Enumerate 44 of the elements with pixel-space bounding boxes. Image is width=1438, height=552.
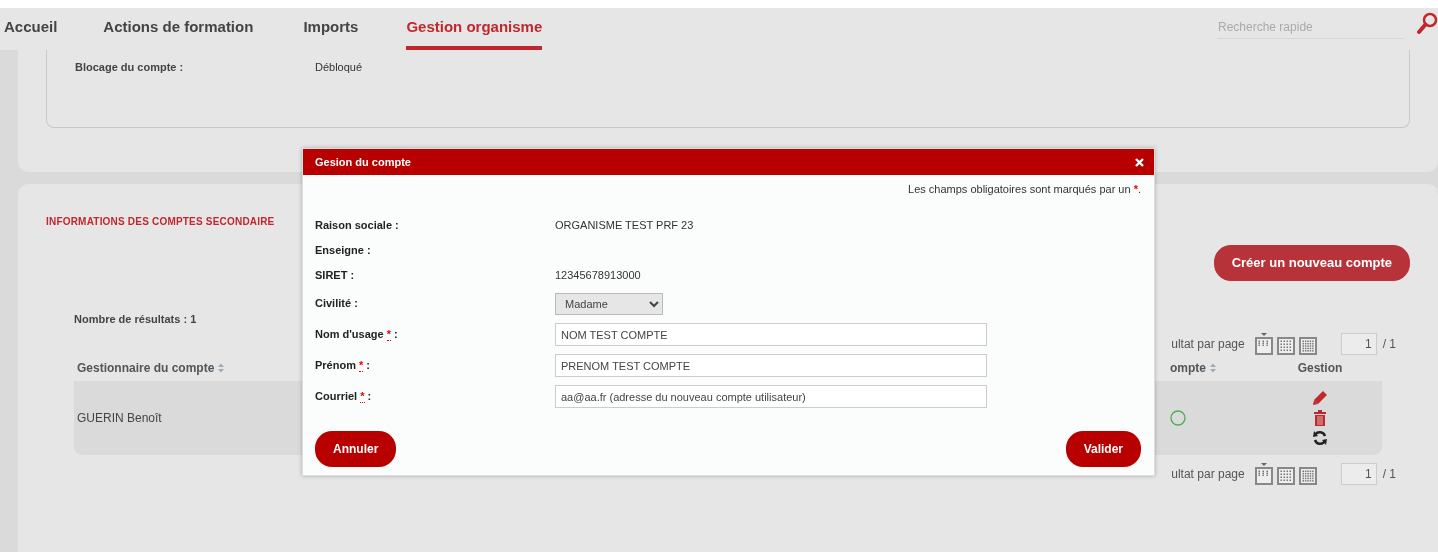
column-header[interactable]: ompte xyxy=(1170,358,1206,377)
dialog-title: Gesion du compte xyxy=(315,154,411,170)
nav-tab[interactable]: Actions de formation xyxy=(103,8,254,50)
submit-button[interactable]: Valider xyxy=(1065,431,1141,467)
create-account-button[interactable]: Créer un nouveau compte xyxy=(1213,245,1410,281)
field-value: Débloqué xyxy=(315,60,363,75)
field-label: Enseigne : xyxy=(315,244,371,257)
field-label: Courriel * : xyxy=(315,390,372,404)
required-note: Les champs obligatoires sont marqués par un *. xyxy=(908,183,1141,195)
column-header[interactable]: Gestionnaire du compte xyxy=(77,358,215,377)
nav-tab[interactable]: Imports xyxy=(303,8,359,50)
field-label: Nom d'usage * : xyxy=(315,328,398,342)
field-label: Raison sociale : xyxy=(315,219,399,232)
civility-select[interactable]: Madame xyxy=(555,292,663,315)
page-size-icon[interactable] xyxy=(1254,332,1273,355)
trash-icon[interactable] xyxy=(1313,409,1327,426)
page-total: / 1 xyxy=(1382,335,1396,353)
table-cell: GUERIN Benoît xyxy=(77,410,162,425)
page-total: / 1 xyxy=(1382,465,1396,483)
nav-tab[interactable]: Accueil xyxy=(4,8,58,50)
field-label: Blocage du compte : xyxy=(75,60,185,75)
field-value: 12345678913000 xyxy=(555,268,641,284)
cancel-button[interactable]: Annuler xyxy=(315,431,397,467)
page-size-label: ultat par page xyxy=(1171,465,1245,483)
input-field[interactable]: PRENOM TEST COMPTE xyxy=(555,354,987,377)
input-field[interactable]: NOM TEST COMPTE xyxy=(555,323,987,346)
field-label: Prénom * : xyxy=(315,359,371,373)
field-value: ORGANISME TEST PRF 23 xyxy=(555,218,694,234)
field-label: Civilité : xyxy=(315,297,358,310)
search-icon[interactable] xyxy=(1416,12,1438,36)
search-field[interactable]: Recherche rapide xyxy=(1217,16,1404,39)
refresh-icon[interactable] xyxy=(1312,429,1328,446)
page-number-field[interactable]: 1 xyxy=(1340,462,1377,485)
nav-tab[interactable]: Gestion organisme xyxy=(406,8,543,50)
pencil-icon[interactable] xyxy=(1312,389,1328,406)
result-count: Nombre de résultats : 1 xyxy=(74,312,197,325)
column-header[interactable]: Gestion xyxy=(1297,358,1343,377)
input-field[interactable]: aa@aa.fr (adresse du nouveau compte utilisateur) xyxy=(555,385,987,408)
page-size-label: ultat par page xyxy=(1171,335,1245,353)
page-size-icon[interactable] xyxy=(1254,462,1273,485)
close-button[interactable] xyxy=(1135,157,1144,167)
section-title: INFORMATIONS DES COMPTES SECONDAIRE xyxy=(46,216,275,227)
page-number-field[interactable]: 1 xyxy=(1340,332,1377,355)
field-label: SIRET : xyxy=(315,269,355,282)
